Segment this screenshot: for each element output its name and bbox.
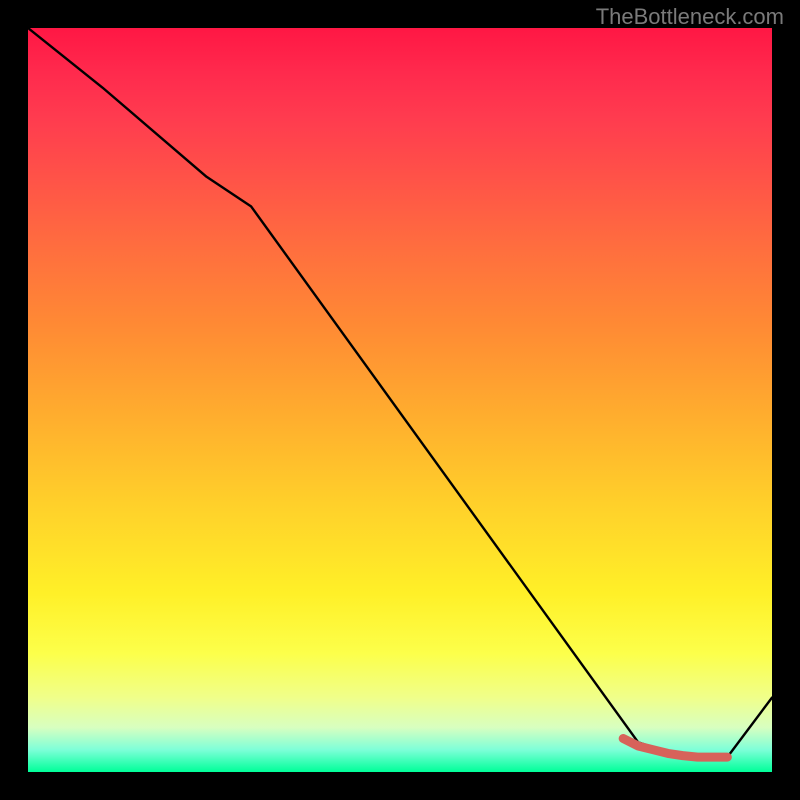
highlight-segment-line [623,739,727,758]
watermark-text: TheBottleneck.com [596,4,784,30]
chart-svg [28,28,772,772]
plot-area [28,28,772,772]
main-curve-line [28,28,772,757]
